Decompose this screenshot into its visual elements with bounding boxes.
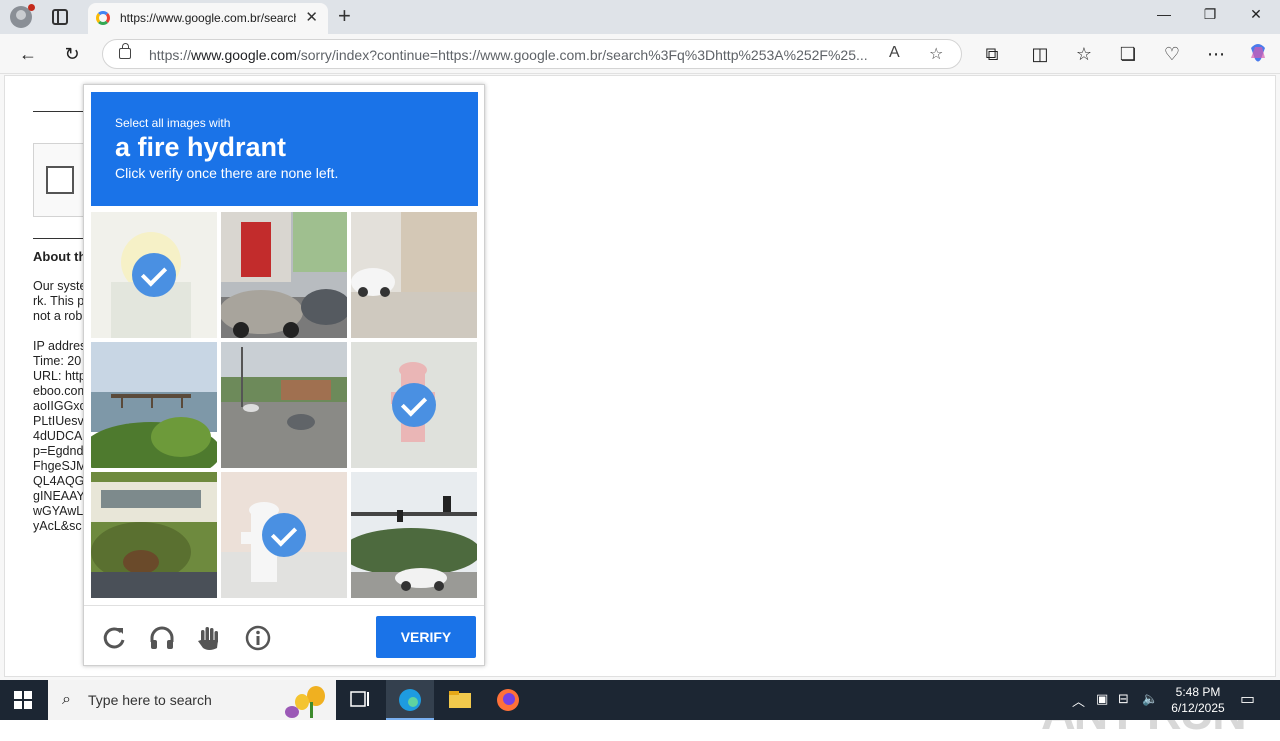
close-window-button[interactable]: ✕ (1244, 6, 1268, 23)
target-object-text: a fire hydrant (115, 132, 287, 162)
clock-date: 6/12/2025 (1171, 701, 1225, 715)
tile-image (91, 342, 217, 468)
verify-button[interactable]: VERIFY (376, 616, 476, 658)
minimize-button[interactable]: — (1152, 6, 1176, 22)
task-view-icon[interactable] (336, 680, 384, 720)
challenge-header: Select all images with a fire hydrant Cl… (91, 92, 478, 206)
selected-check-icon (262, 513, 306, 557)
tab-title: https://www.google.com.br/search (120, 11, 296, 25)
firefox-icon[interactable] (484, 680, 532, 720)
network-icon[interactable]: ⊟ (1118, 691, 1129, 707)
tab-strip: https://www.google.com.br/search ✕ + — ❐… (0, 0, 1280, 34)
reload-icon[interactable] (100, 624, 128, 652)
tile-image (351, 212, 477, 338)
image-tile[interactable] (351, 212, 477, 338)
about-heading: About th (33, 249, 87, 264)
show-hidden-icons-icon[interactable]: ︿ (1072, 691, 1085, 710)
audio-challenge-icon[interactable] (148, 624, 176, 652)
network-device-icon[interactable]: ▣ (1096, 691, 1108, 707)
challenge-footer: VERIFY (84, 605, 484, 667)
new-tab-button[interactable]: + (338, 4, 351, 28)
refresh-button[interactable]: ↻ (60, 42, 84, 66)
browser-toolbar: ← ↻ https://www.google.com/sorry/index?c… (0, 34, 1280, 74)
about-text: Our syste rk. This p not a rob (33, 279, 87, 323)
tile-image (221, 212, 347, 338)
image-tile[interactable] (91, 212, 217, 338)
favorite-star-icon[interactable]: ☆ (929, 44, 943, 64)
image-tile[interactable] (221, 472, 347, 598)
copilot-icon[interactable] (1246, 42, 1270, 66)
divider (33, 111, 89, 112)
notification-center-icon[interactable]: ▭ (1240, 689, 1255, 709)
image-tile[interactable] (351, 472, 477, 598)
browser-window: https://www.google.com.br/search ✕ + — ❐… (0, 0, 1280, 740)
image-tile[interactable] (91, 342, 217, 468)
file-explorer-icon[interactable] (436, 680, 484, 720)
google-favicon-icon (96, 11, 110, 25)
split-screen-icon[interactable]: ◫ (1028, 42, 1052, 66)
tab-close-icon[interactable]: ✕ (305, 9, 318, 27)
taskbar-search-box[interactable]: ⌕ Type here to search (48, 680, 336, 720)
url-text[interactable]: https://www.google.com/sorry/index?conti… (149, 47, 879, 63)
address-bar[interactable]: https://www.google.com/sorry/index?conti… (102, 39, 962, 69)
selected-check-icon (392, 383, 436, 427)
instruction-text: Select all images with (115, 116, 231, 130)
search-placeholder: Type here to search (88, 692, 212, 708)
instruction-subtext: Click verify once there are none left. (115, 165, 339, 181)
windows-taskbar: ⌕ Type here to search ︿ ▣ ⊟ 🔈 5:48 PM 6/… (0, 680, 1280, 720)
browser-essentials-icon[interactable]: ♡ (1160, 42, 1184, 66)
recaptcha-challenge: Select all images with a fire hydrant Cl… (83, 84, 485, 666)
image-tile[interactable] (221, 342, 347, 468)
active-tab[interactable]: https://www.google.com.br/search ✕ (88, 3, 328, 34)
back-button[interactable]: ← (16, 42, 40, 66)
profile-notification-dot (28, 4, 35, 11)
search-icon: ⌕ (62, 691, 71, 708)
recaptcha-checkbox[interactable] (46, 166, 74, 194)
volume-icon[interactable]: 🔈 (1142, 691, 1158, 707)
clock-time: 5:48 PM (1175, 685, 1221, 699)
more-menu-icon[interactable]: ⋯ (1204, 42, 1228, 66)
windows-start-icon[interactable] (14, 691, 32, 709)
edge-browser-icon[interactable] (386, 680, 434, 720)
collections-icon[interactable]: ❏ (1116, 42, 1140, 66)
tile-image (91, 472, 217, 598)
image-tile[interactable] (221, 212, 347, 338)
favorites-icon[interactable]: ☆ (1072, 42, 1096, 66)
image-tile[interactable] (91, 472, 217, 598)
extensions-icon[interactable]: ⧉ (980, 42, 1004, 66)
image-grid (91, 212, 478, 599)
taskbar-clock[interactable]: 5:48 PM 6/12/2025 (1162, 684, 1234, 716)
flower-decoration-icon (285, 686, 325, 718)
restore-button[interactable]: ❐ (1198, 6, 1222, 23)
image-tile[interactable] (351, 342, 477, 468)
divider (33, 238, 89, 239)
selected-check-icon (132, 253, 176, 297)
tile-image (221, 342, 347, 468)
hand-icon[interactable] (195, 624, 223, 652)
tile-image (351, 472, 477, 598)
request-details-text: IP addres Time: 20 URL: http eboo.com ao… (33, 339, 88, 533)
read-aloud-icon[interactable]: A (889, 44, 900, 62)
info-icon[interactable] (244, 624, 272, 652)
site-info-lock-icon[interactable] (119, 43, 131, 59)
tab-actions-icon[interactable] (52, 9, 68, 25)
